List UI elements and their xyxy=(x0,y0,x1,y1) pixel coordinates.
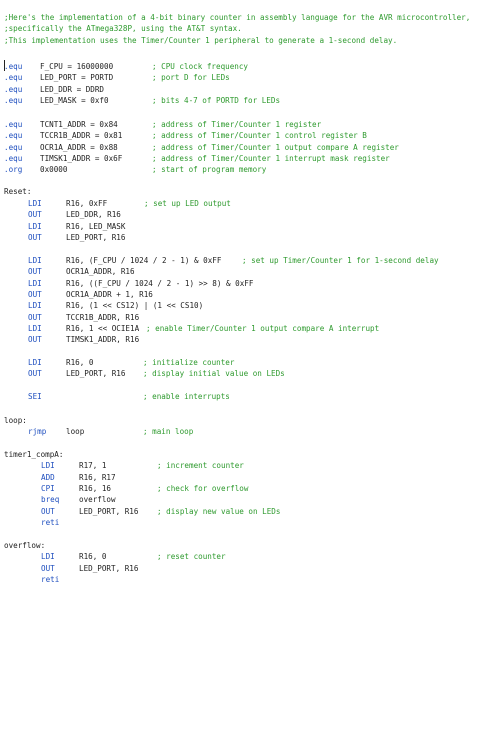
operands: R16, 1 << OCIE1A xyxy=(66,323,140,333)
code-editor[interactable]: ;Here's the implementation of a 4-bit bi… xyxy=(4,12,498,597)
label-reset: Reset: xyxy=(4,187,32,196)
line-comment: ; set up LED output xyxy=(144,199,231,208)
line-comment: ; address of Timer/Counter 1 register xyxy=(152,120,322,129)
opcode: LDI xyxy=(28,199,42,208)
line-comment: ; initialize counter xyxy=(143,358,235,367)
opcode: breq xyxy=(41,495,60,505)
opcode: OUT xyxy=(28,210,42,220)
line-comment: ; check for overflow xyxy=(157,483,249,493)
opcode: CPI xyxy=(41,483,55,493)
directive: .equ xyxy=(4,131,23,141)
directive: .equ xyxy=(4,73,23,83)
opcode: ADD xyxy=(41,472,55,482)
opcode: rjmp xyxy=(28,427,47,437)
line-comment: ; address of Timer/Counter 1 interrupt m… xyxy=(152,153,390,163)
operands: loop xyxy=(66,427,85,437)
line-comment: ; start of program memory xyxy=(152,165,267,175)
opcode: LDI xyxy=(28,256,42,265)
comment-text: ;specifically the ATmega328P, using the … xyxy=(4,24,242,34)
directive: .equ xyxy=(4,120,23,129)
operands: R16, LED_MASK xyxy=(66,221,126,231)
directive: .equ xyxy=(4,142,23,152)
operands: OCR1A_ADDR, R16 xyxy=(66,267,135,277)
line-comment: ; main loop xyxy=(143,427,194,437)
directive: .org xyxy=(4,165,23,175)
opcode: OUT xyxy=(28,232,42,242)
opcode: OUT xyxy=(28,335,42,345)
label-overflow: overflow: xyxy=(4,541,46,550)
operands: LED_PORT, R16 xyxy=(66,369,126,379)
operands: TCCR1B_ADDR, R16 xyxy=(66,312,140,322)
opcode: LDI xyxy=(28,323,42,333)
opcode: OUT xyxy=(28,312,42,322)
line-comment: ; enable interrupts xyxy=(143,392,230,401)
opcode: OUT xyxy=(28,369,42,379)
directive-arg: LED_DDR = DDRD xyxy=(40,84,105,94)
directive-arg: 0x0000 xyxy=(40,165,68,175)
operands: overflow xyxy=(79,495,116,505)
line-comment: ; display new value on LEDs xyxy=(157,506,281,516)
directive-arg: TCCR1B_ADDR = 0x81 xyxy=(40,131,123,141)
operands: R16, 0 xyxy=(79,552,107,562)
line-comment: ; port D for LEDs xyxy=(152,73,230,83)
directive: .equ xyxy=(4,153,23,163)
operands: R16, 0xFF xyxy=(66,199,108,208)
line-comment: ; bits 4-7 of PORTD for LEDs xyxy=(152,95,281,105)
directive-arg: TIMSK1_ADDR = 0x6F xyxy=(40,153,123,163)
operands: R17, 1 xyxy=(79,461,107,471)
opcode: LDI xyxy=(28,301,42,311)
operands: LED_PORT, R16 xyxy=(79,563,139,573)
operands: R16, ((F_CPU / 1024 / 2 - 1) >> 8) & 0xF… xyxy=(66,278,254,288)
opcode: LDI xyxy=(28,358,42,367)
directive-arg: LED_PORT = PORTD xyxy=(40,73,114,83)
opcode: reti xyxy=(41,517,60,527)
operands: TIMSK1_ADDR, R16 xyxy=(66,335,140,345)
operands: R16, (F_CPU / 1024 / 2 - 1) & 0xFF xyxy=(66,256,222,265)
operands: R16, R17 xyxy=(79,472,116,482)
opcode: LDI xyxy=(28,221,42,231)
comment-text: ;Here's the implementation of a 4-bit bi… xyxy=(4,13,471,22)
line-comment: ; address of Timer/Counter 1 output comp… xyxy=(152,142,399,152)
label-timer1-compa: timer1_compA: xyxy=(4,450,64,459)
line-comment: ; enable Timer/Counter 1 output compare … xyxy=(146,323,380,333)
operands: LED_PORT, R16 xyxy=(79,506,139,516)
directive-arg: OCR1A_ADDR = 0x88 xyxy=(40,142,118,152)
directive: .equ xyxy=(4,62,23,71)
operands: R16, (1 << CS12) | (1 << CS10) xyxy=(66,301,204,311)
comment-text: ;This implementation uses the Timer/Coun… xyxy=(4,35,398,45)
directive-arg: LED_MASK = 0xf0 xyxy=(40,95,109,105)
operands: LED_DDR, R16 xyxy=(66,210,121,220)
line-comment: ; increment counter xyxy=(157,461,244,471)
opcode: OUT xyxy=(28,267,42,277)
label-loop: loop: xyxy=(4,416,27,425)
line-comment: ; set up Timer/Counter 1 for 1-second de… xyxy=(242,256,439,265)
directive: .equ xyxy=(4,95,23,105)
operands: R16, 0 xyxy=(66,358,94,367)
opcode: reti xyxy=(41,574,60,584)
operands: R16, 16 xyxy=(79,483,112,493)
opcode: SEI xyxy=(28,392,42,401)
operands: LED_PORT, R16 xyxy=(66,232,126,242)
directive-arg: TCNT1_ADDR = 0x84 xyxy=(40,120,118,129)
line-comment: ; CPU clock frequency xyxy=(152,62,249,71)
opcode: OUT xyxy=(41,506,55,516)
opcode: OUT xyxy=(28,289,42,299)
line-comment: ; reset counter xyxy=(157,552,226,562)
code-line: reti xyxy=(4,574,59,608)
opcode: LDI xyxy=(28,278,42,288)
opcode: OUT xyxy=(41,563,55,573)
line-comment: ; display initial value on LEDs xyxy=(143,369,285,379)
operands: OCR1A_ADDR + 1, R16 xyxy=(66,289,153,299)
directive-arg: F_CPU = 16000000 xyxy=(40,62,114,71)
directive: .equ xyxy=(4,84,23,94)
opcode: LDI xyxy=(41,461,55,471)
opcode: LDI xyxy=(41,552,55,562)
line-comment: ; address of Timer/Counter 1 control reg… xyxy=(152,131,367,141)
